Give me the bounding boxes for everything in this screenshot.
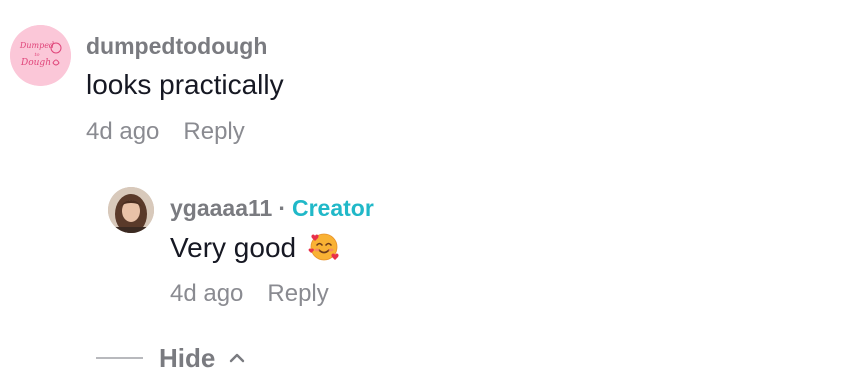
comment-timestamp: 4d ago [86,118,160,145]
thread-divider-line [96,357,143,359]
comment-text: looks practically [86,69,284,100]
chevron-up-icon[interactable] [227,348,247,368]
avatar-dumpedtodough[interactable]: Dumped to Dough [10,25,71,86]
svg-text:Dumped: Dumped [19,41,54,50]
hide-replies-label[interactable]: Hide [159,343,215,374]
comment-username[interactable]: dumpedtodough [86,33,267,60]
user-photo-icon [108,187,154,233]
reply-username-row: ygaaaa11 · Creator [170,195,374,222]
reply-timestamp: 4d ago [170,280,244,307]
comment-reply-button[interactable]: Reply [183,118,244,146]
hide-replies-toggle[interactable]: Hide [96,341,247,375]
avatar-ygaaaa11[interactable] [108,187,154,233]
separator-dot: · [278,195,286,221]
reply-username[interactable]: ygaaaa11 [170,195,272,221]
smiling-face-with-hearts-icon [308,233,339,261]
comment-meta: 4d ago Reply [86,118,245,146]
dumped-to-dough-logo-icon: Dumped to Dough [10,25,71,86]
creator-badge: Creator [292,195,374,221]
reply-text-row: Very good [170,230,340,264]
reply-meta: 4d ago Reply [170,280,329,308]
reply-text: Very good [170,232,297,263]
svg-text:Dough: Dough [20,58,51,68]
reply-reply-button[interactable]: Reply [267,280,328,308]
